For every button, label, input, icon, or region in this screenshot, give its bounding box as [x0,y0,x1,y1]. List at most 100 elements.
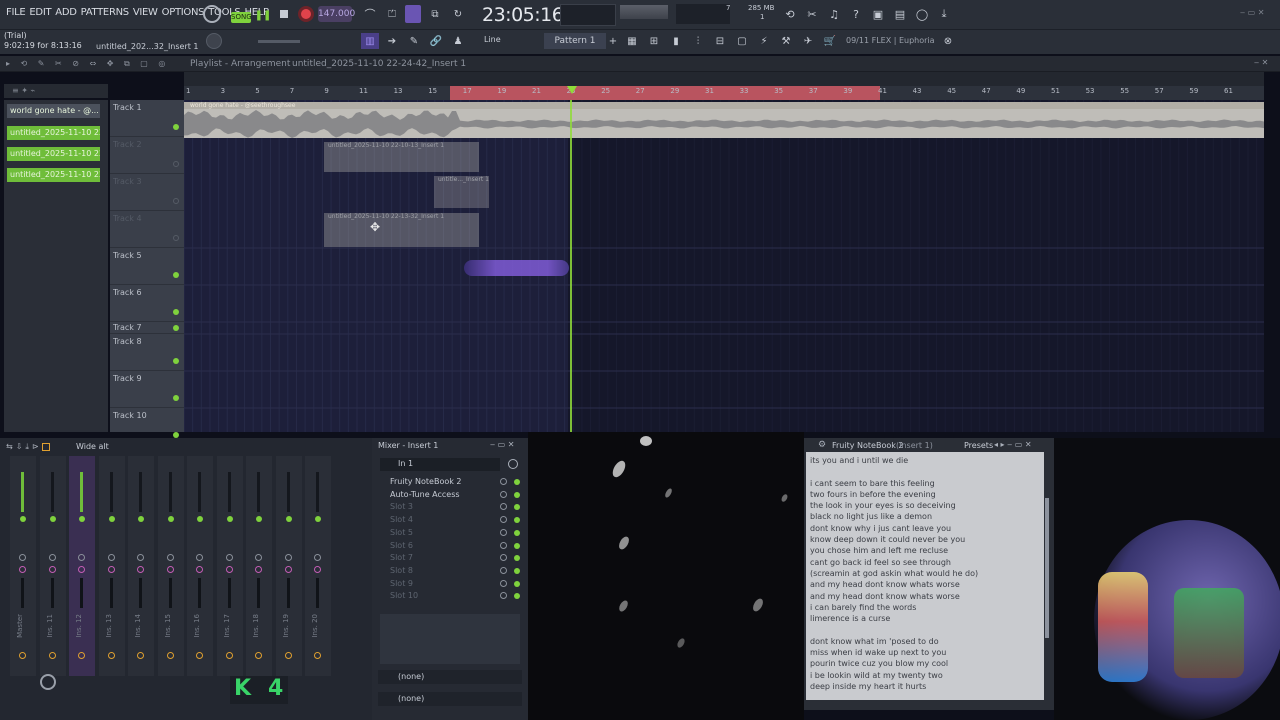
mixer-toggle-icon[interactable]: ✂ [804,6,820,22]
wait-record-icon[interactable]: ⏍ [384,6,400,22]
mixer-strip[interactable]: Ins. 19 [275,456,302,676]
pause-icon[interactable]: ❚❚ [255,8,272,22]
track-header[interactable]: Track 5 [110,248,184,285]
browser-item[interactable]: world gone hate - @... [7,104,100,118]
news-close-icon[interactable]: ⊗ [940,33,956,49]
browser-item[interactable]: untitled_2025-11-10 22-... [7,168,100,182]
fx-slot[interactable]: Slot 7 [380,552,520,564]
tools-icon[interactable]: ⚒ [778,33,794,49]
fx-slot[interactable]: Slot 8 [380,565,520,577]
browser-item[interactable]: untitled_2025-11-10 22-... [7,126,100,140]
arrow-icon[interactable]: ➔ [384,33,400,49]
channel-icon[interactable]: ⊞ [646,33,662,49]
plugin-icon[interactable]: ⚡ [756,33,772,49]
track-header[interactable]: Track 6 [110,285,184,322]
piano-icon[interactable]: ▮ [668,33,684,49]
playlist-window-controls[interactable]: ‒ ✕ [1254,58,1268,67]
metronome-icon[interactable]: ⌒ [362,6,378,22]
pattern-select[interactable]: Pattern 1 [544,33,606,49]
download-icon[interactable]: ⤓ [936,6,952,22]
track-header[interactable]: Track 3 [110,174,184,211]
gear-icon[interactable]: ⚙ [818,440,826,450]
browser-icon[interactable]: ▢ [734,33,750,49]
mixer-strip[interactable]: Ins. 18 [246,456,272,676]
hint-icon[interactable]: ✈ [800,33,816,49]
fx-slot[interactable]: Slot 4 [380,514,520,526]
tempo-tap-icon[interactable]: ? [848,6,864,22]
master-volume-slider[interactable] [258,40,300,43]
menu-file[interactable]: FILE [6,7,26,18]
track-header[interactable]: Track 9 [110,371,184,408]
window-controls[interactable]: ‒ ▭ ✕ [1240,8,1264,17]
fx-slot[interactable]: Slot 9 [380,578,520,590]
stamp-icon[interactable]: ♟ [450,33,466,49]
loop-record-icon[interactable]: ↻ [450,6,466,22]
mixer-strip[interactable]: Master [10,456,36,676]
mixer-strip[interactable]: Ins. 17 [216,456,243,676]
record-icon[interactable] [298,6,314,22]
track-header[interactable]: Track 1 [110,100,184,137]
track-header[interactable]: Track 4 [110,211,184,248]
clock-icon[interactable] [508,459,518,469]
output-2-select[interactable]: (none) [378,692,522,706]
master-level[interactable] [620,5,668,19]
audio-clip-world-gone-hate[interactable]: world gone hate - @seethroughsee [184,102,1264,138]
sliders-icon[interactable]: ⊟ [712,33,728,49]
audio-clip-insert-2[interactable]: untitle..._Insert 1 [434,176,489,208]
track-header[interactable]: Track 2 [110,137,184,174]
time-display[interactable]: 23:05:16 [482,4,564,26]
mixer-strip[interactable]: Ins. 16 [187,456,213,676]
audio-clip-insert-1[interactable]: untitled_2025-11-10 22-10-13_Insert 1 [324,142,479,172]
snap-select[interactable]: Line [484,35,501,44]
mixer-strip[interactable]: Ins. 20 [305,456,331,676]
notebook-scrollbar[interactable] [1045,498,1049,638]
routing-knob-icon[interactable] [40,674,56,690]
audio-clip-purple[interactable] [464,260,569,276]
mixer-strip[interactable]: Ins. 14 [128,456,154,676]
mixer-strip[interactable]: Ins. 13 [98,456,125,676]
output-1-select[interactable]: (none) [378,670,522,684]
mixer-view-label[interactable]: Wide alt [76,442,109,451]
cart-icon[interactable]: 🛒 [822,33,838,49]
menu-view[interactable]: VIEW [133,7,158,18]
undo-history-icon[interactable]: ⟲ [782,6,798,22]
menu-add[interactable]: ADD [55,7,77,18]
track-header[interactable]: Track 7 [110,322,184,334]
playhead-marker-icon[interactable] [567,86,577,94]
presets-button[interactable]: Presets [964,441,993,450]
playlist-tools[interactable]: ▸ ⟲ ✎ ✂ ⊘ ⇔ ✥ ⧉ ▢ ◎ [6,59,169,69]
pattern-song-toggle-icon[interactable] [203,5,221,23]
insert-window-controls[interactable]: ‒ ▭ ✕ [490,440,514,449]
fx-slot[interactable]: Slot 3 [380,501,520,513]
notebook-text[interactable]: its you and i until we die i cant seem t… [806,452,1044,700]
channel-rack-icon[interactable]: ▤ [892,6,908,22]
mixer-strip[interactable]: Ins. 12 [69,456,95,676]
fx-slot[interactable]: Fruity NoteBook 2 [380,476,520,488]
track-header[interactable]: Track 8 [110,334,184,371]
input-select[interactable]: In 1 [380,458,500,471]
eq-area[interactable] [380,614,520,664]
news-ticker[interactable]: 09/11 FLEX | Euphoria [846,36,935,45]
menu-patterns[interactable]: PATTERNS [81,7,130,18]
menu-options[interactable]: OPTIONS [162,7,205,18]
chat-icon[interactable]: ◯ [914,6,930,22]
song-mode-button[interactable]: SONG [231,12,252,23]
plugin-database-icon[interactable]: ▣ [870,6,886,22]
fx-slot[interactable]: Slot 6 [380,540,520,552]
menu-edit[interactable]: EDIT [29,7,51,18]
add-pattern-icon[interactable]: + [608,33,618,49]
fx-slot[interactable]: Slot 5 [380,527,520,539]
mic-icon[interactable]: ♫ [826,6,842,22]
mixer-icon[interactable]: ⫶ [690,33,706,49]
master-pitch-knob[interactable] [206,33,222,49]
browser-item[interactable]: untitled_2025-11-10 22-... [7,147,100,161]
playlist-overview[interactable] [184,72,1264,86]
stop-icon[interactable] [280,10,288,18]
mixer-strip[interactable]: Ins. 11 [39,456,66,676]
mixer-tools[interactable]: ⇆⇩⤓⊳ [6,442,50,452]
playhead-line[interactable] [570,100,572,432]
tempo-display[interactable]: 147.000 [318,6,355,22]
playlist-grid[interactable]: world gone hate - @seethroughsee untitle… [184,100,1264,432]
mixer-strip[interactable]: Ins. 15 [157,456,184,676]
timeline-ruler[interactable]: 1 3 5 7 9 11 13 15 17 19 21 23 25 27 29 31 33 35 37 39 41 43 4… [184,86,1264,100]
